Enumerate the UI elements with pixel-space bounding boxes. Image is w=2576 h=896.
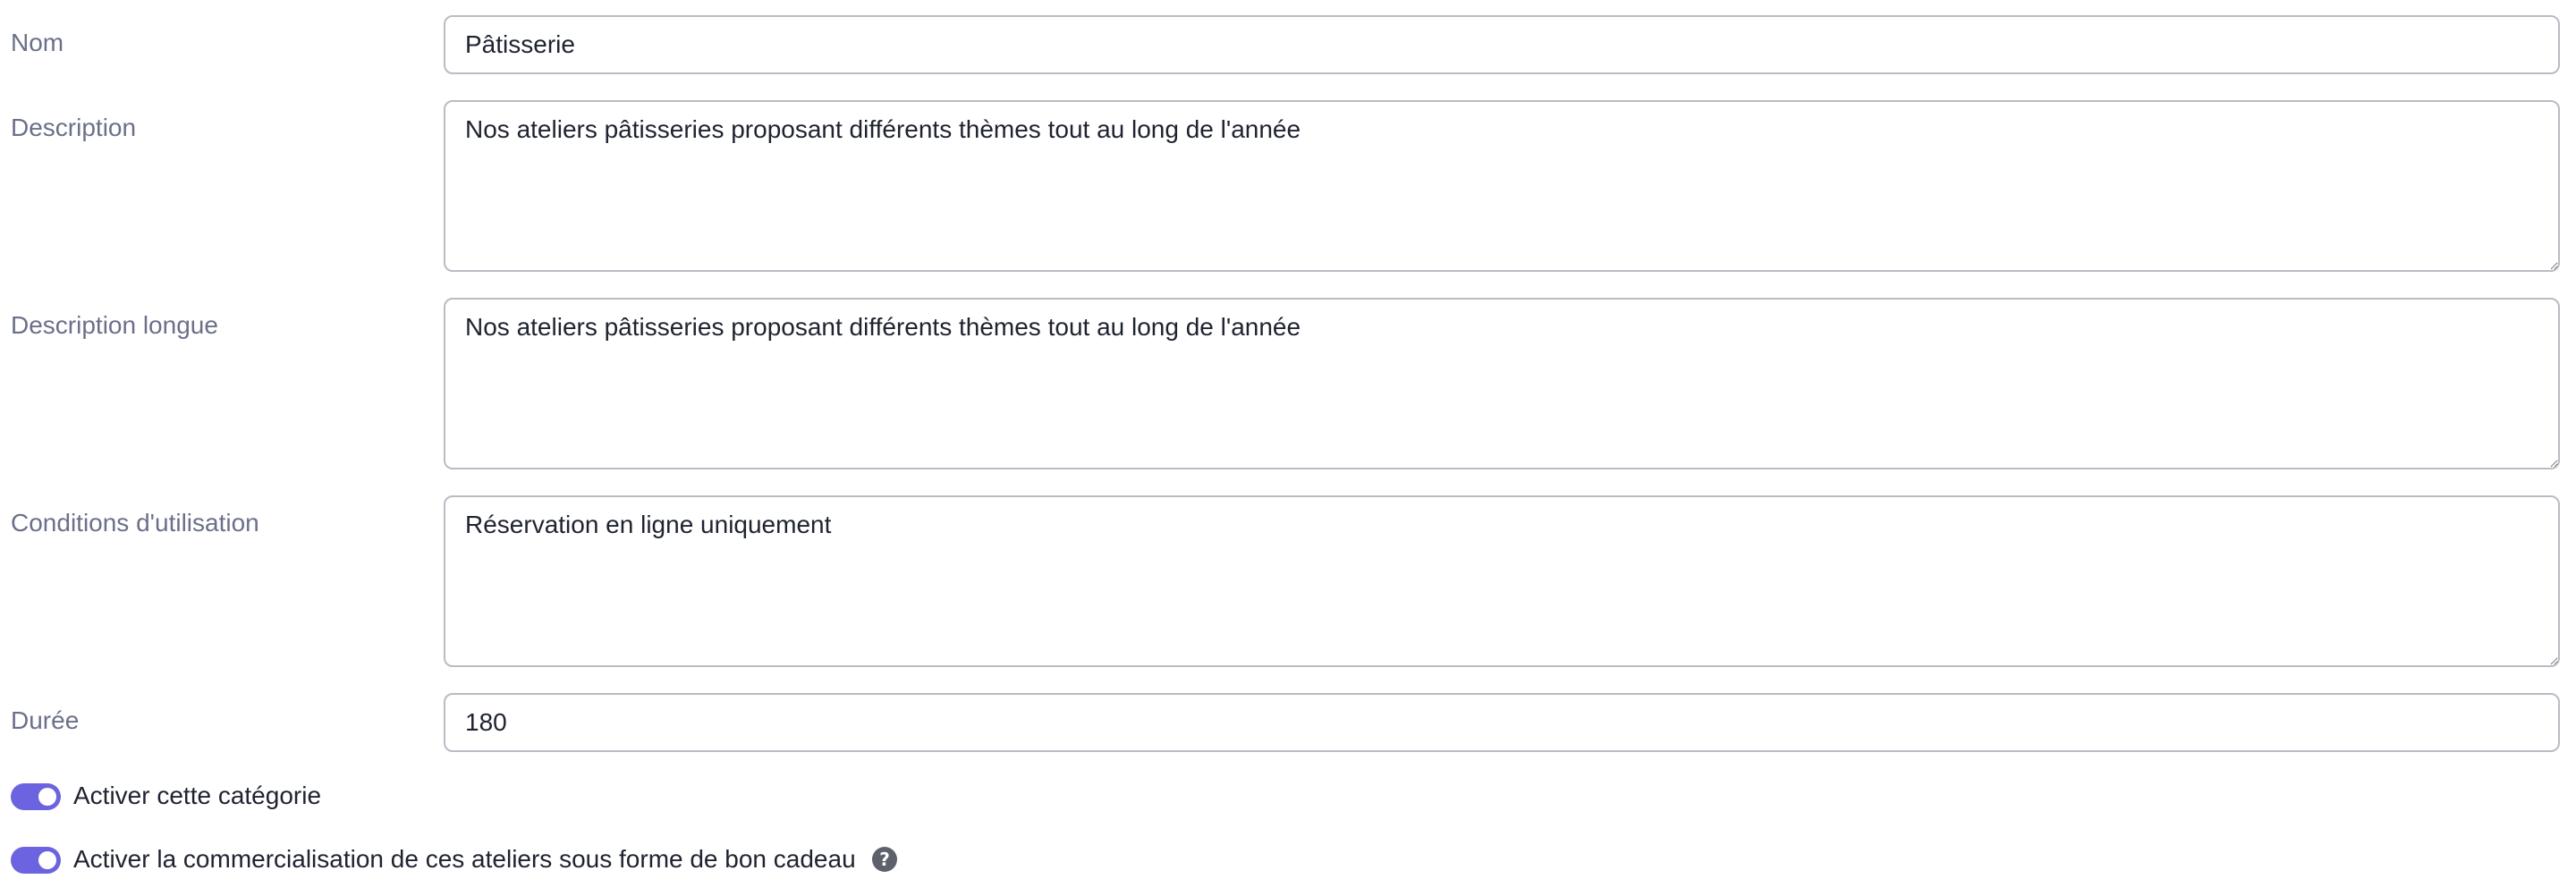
nom-input[interactable] bbox=[444, 15, 2560, 74]
conditions-textarea[interactable]: Réservation en ligne uniquement bbox=[444, 495, 2560, 667]
label-description: Description bbox=[11, 114, 137, 141]
toggle-activer-categorie[interactable] bbox=[11, 783, 61, 810]
toggle-bon-cadeau-label: Activer la commercialisation de ces atel… bbox=[73, 845, 856, 873]
toggle-activer-categorie-label: Activer cette catégorie bbox=[73, 782, 322, 809]
label-description-longue: Description longue bbox=[11, 311, 218, 339]
toggle-bon-cadeau[interactable] bbox=[11, 847, 61, 874]
label-nom: Nom bbox=[11, 29, 64, 56]
toggle-knob bbox=[38, 851, 56, 869]
label-conditions: Conditions d'utilisation bbox=[11, 509, 259, 537]
question-circle-icon[interactable]: ? bbox=[872, 847, 897, 872]
duree-input[interactable] bbox=[444, 693, 2560, 752]
toggle-knob bbox=[38, 788, 56, 806]
description-longue-textarea[interactable]: Nos ateliers pâtisseries proposant diffé… bbox=[444, 298, 2560, 469]
description-textarea[interactable]: Nos ateliers pâtisseries proposant diffé… bbox=[444, 100, 2560, 272]
label-duree: Durée bbox=[11, 706, 80, 734]
